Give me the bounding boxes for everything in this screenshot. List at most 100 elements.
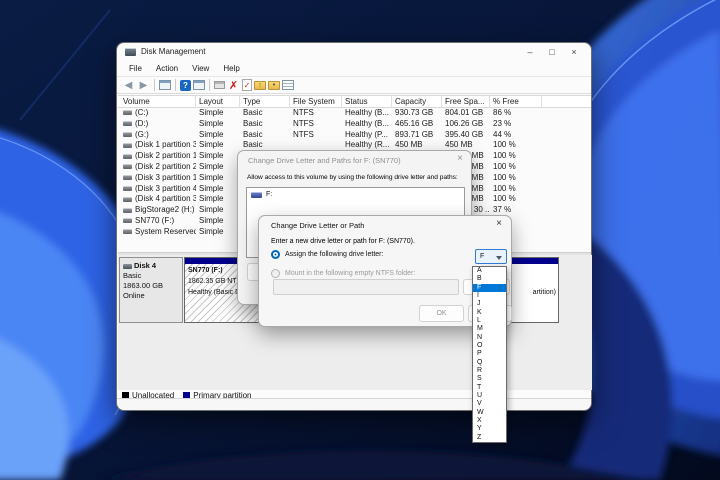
- cell-name: (G:): [120, 130, 196, 141]
- volume-icon: [123, 175, 132, 180]
- delete-volume-icon[interactable]: ✗: [227, 79, 240, 92]
- partition-name: SN770 (F:): [188, 267, 223, 274]
- drive-letter-option[interactable]: Y: [473, 425, 506, 433]
- disk4-status: Online: [123, 291, 179, 301]
- drive-letter-dropdown-list: ABFIJKLMNOPQRSTUVWXYZ: [472, 266, 507, 443]
- titlebar[interactable]: Disk Management –□×: [117, 43, 591, 60]
- drive-letter-option[interactable]: P: [473, 350, 506, 358]
- cell-layout: Simple: [196, 108, 240, 119]
- drive-icon: [251, 192, 262, 198]
- drive-letter-option[interactable]: A: [473, 267, 506, 275]
- mount-folder-radio[interactable]: [271, 269, 280, 278]
- drive-letter-option[interactable]: T: [473, 384, 506, 392]
- drive-letter-option[interactable]: R: [473, 367, 506, 375]
- close-icon[interactable]: ×: [496, 218, 502, 229]
- cell-layout: Simple: [196, 205, 240, 216]
- list-item[interactable]: F:: [247, 188, 464, 201]
- volume-icon: [123, 143, 132, 148]
- check-document-icon[interactable]: ✓: [242, 79, 252, 91]
- drive-letter-option[interactable]: W: [473, 409, 506, 417]
- cell-name: BigStorage2 (H:): [120, 205, 196, 216]
- cell-type: Basic: [240, 108, 290, 119]
- disk4-size: 1863.00 GB: [123, 281, 179, 291]
- minimize-button[interactable]: –: [519, 44, 541, 59]
- folder-add-icon[interactable]: ↑: [254, 81, 266, 90]
- close-icon[interactable]: ×: [457, 153, 463, 164]
- drive-letter-option[interactable]: N: [473, 334, 506, 342]
- cell-pct: 100 %: [490, 151, 542, 162]
- dialog1-title: Change Drive Letter and Paths for F: (SN…: [248, 156, 401, 165]
- cell-status: Healthy (B...: [342, 119, 392, 130]
- volume-icon: [123, 208, 132, 213]
- maximize-button[interactable]: □: [541, 44, 563, 59]
- cell-status: Healthy (B...: [342, 108, 392, 119]
- column-header[interactable]: Volume: [120, 96, 196, 108]
- drive-letter-combobox[interactable]: F: [475, 249, 507, 264]
- column-header[interactable]: File System: [290, 96, 342, 108]
- drive-letter-option[interactable]: Z: [473, 434, 506, 442]
- volume-row[interactable]: (G:)SimpleBasicNTFSHealthy (P...893.71 G…: [118, 130, 591, 141]
- volume-icon: [123, 154, 132, 159]
- help-icon[interactable]: ?: [180, 80, 191, 91]
- menu-action[interactable]: Action: [149, 62, 185, 75]
- cell-capacity: 465.16 GB: [392, 119, 442, 130]
- volume-icon: [123, 110, 132, 115]
- column-header[interactable]: Free Spa...: [442, 96, 490, 108]
- toolbar: ◀▶? ✗✓↑•: [117, 76, 591, 94]
- drive-letter-option[interactable]: L: [473, 317, 506, 325]
- cell-layout: Simple: [196, 162, 240, 173]
- drive-letter-option[interactable]: O: [473, 342, 506, 350]
- mount-path-field[interactable]: [273, 279, 459, 295]
- disk-management-app-icon: [125, 48, 136, 56]
- popup-window-icon[interactable]: [214, 81, 225, 89]
- column-header[interactable]: Capacity: [392, 96, 442, 108]
- assign-letter-radio[interactable]: [271, 250, 280, 259]
- volume-icon: [123, 229, 132, 234]
- console-window-icon[interactable]: [159, 80, 171, 90]
- disk4-info-panel[interactable]: Disk 4 Basic 1863.00 GB Online: [119, 257, 183, 323]
- drive-letter-option[interactable]: Q: [473, 359, 506, 367]
- close-button[interactable]: ×: [563, 44, 585, 59]
- menu-file[interactable]: File: [122, 62, 149, 75]
- drive-letter-option[interactable]: F: [473, 284, 506, 292]
- cell-type: Basic: [240, 119, 290, 130]
- volume-row[interactable]: (C:)SimpleBasicNTFSHealthy (B...930.73 G…: [118, 108, 591, 119]
- drive-letter-option[interactable]: V: [473, 400, 506, 408]
- assign-letter-label: Assign the following drive letter:: [285, 251, 383, 258]
- cell-layout: Simple: [196, 140, 240, 151]
- disk4-name: Disk 4: [134, 261, 156, 270]
- drive-letter-option[interactable]: K: [473, 309, 506, 317]
- drive-letter-option[interactable]: I: [473, 292, 506, 300]
- cell-pct: 23 %: [490, 119, 542, 130]
- caption-buttons: –□×: [519, 44, 585, 59]
- chevron-down-icon: [496, 256, 502, 260]
- drive-letter-option[interactable]: B: [473, 275, 506, 283]
- menu-view[interactable]: View: [185, 62, 216, 75]
- forward-arrow-icon[interactable]: ▶: [137, 79, 150, 92]
- column-header[interactable]: % Free: [490, 96, 542, 108]
- dialog2-title: Change Drive Letter or Path: [271, 221, 364, 230]
- cell-pct: 100 %: [490, 184, 542, 195]
- volume-icon: [123, 164, 132, 169]
- folder-find-icon[interactable]: •: [268, 81, 280, 90]
- properties-window-icon[interactable]: [193, 80, 205, 90]
- drive-letter-option[interactable]: M: [473, 325, 506, 333]
- cell-pct: 86 %: [490, 108, 542, 119]
- details-view-icon[interactable]: [282, 80, 294, 90]
- drive-letter-option[interactable]: X: [473, 417, 506, 425]
- disk4-type: Basic: [123, 271, 179, 281]
- volume-row[interactable]: (D:)SimpleBasicNTFSHealthy (B...465.16 G…: [118, 119, 591, 130]
- cell-capacity: 893.71 GB: [392, 130, 442, 141]
- ok-button[interactable]: OK: [419, 305, 464, 322]
- column-header[interactable]: Type: [240, 96, 290, 108]
- drive-letter-option[interactable]: U: [473, 392, 506, 400]
- drive-letter-option[interactable]: S: [473, 375, 506, 383]
- column-header[interactable]: Status: [342, 96, 392, 108]
- menu-help[interactable]: Help: [216, 62, 246, 75]
- volume-table-header[interactable]: VolumeLayoutTypeFile SystemStatusCapacit…: [118, 95, 591, 108]
- back-arrow-icon[interactable]: ◀: [122, 79, 135, 92]
- column-header[interactable]: Layout: [196, 96, 240, 108]
- disk-icon: [123, 264, 132, 269]
- drive-letter-option[interactable]: J: [473, 300, 506, 308]
- cell-fs: NTFS: [290, 108, 342, 119]
